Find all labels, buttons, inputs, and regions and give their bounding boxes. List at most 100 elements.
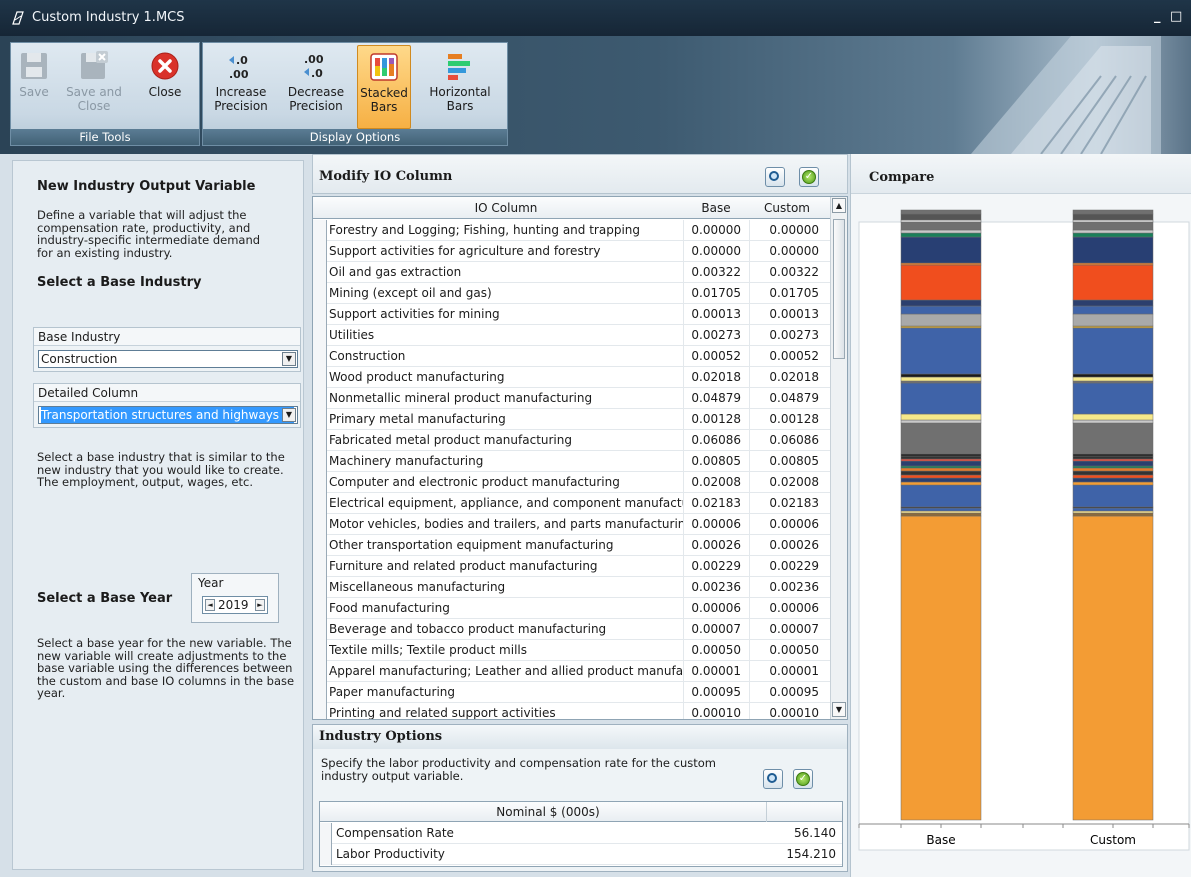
chevron-down-icon[interactable]: ▼: [282, 352, 296, 366]
table-row[interactable]: Fabricated metal product manufacturing 0.…: [313, 430, 831, 451]
custom-value[interactable]: 0.00006: [749, 598, 823, 619]
labor-productivity-value[interactable]: 154.210: [786, 844, 836, 865]
custom-value[interactable]: 0.00013: [749, 304, 823, 325]
table-row[interactable]: Support activities for mining 0.00013 0.00…: [313, 304, 831, 325]
table-row[interactable]: Machinery manufacturing 0.00805 0.00805: [313, 451, 831, 472]
table-row[interactable]: Construction 0.00052 0.00052: [313, 346, 831, 367]
table-row[interactable]: Furniture and related product manufactur…: [313, 556, 831, 577]
detailed-column-dropdown[interactable]: Transportation structures and highways a…: [38, 406, 298, 424]
row-selector[interactable]: [313, 598, 327, 619]
column-header-custom[interactable]: Custom: [749, 201, 825, 215]
row-selector[interactable]: [313, 430, 327, 451]
close-button[interactable]: Close: [137, 45, 193, 129]
row-selector[interactable]: [313, 493, 327, 514]
custom-value[interactable]: 0.00050: [749, 640, 823, 661]
table-row[interactable]: Mining (except oil and gas) 0.01705 0.0170…: [313, 283, 831, 304]
row-selector[interactable]: [313, 556, 327, 577]
column-header-base[interactable]: Base: [683, 201, 749, 215]
scroll-thumb[interactable]: [833, 219, 845, 359]
row-selector[interactable]: [313, 409, 327, 430]
custom-value[interactable]: 0.00000: [749, 241, 823, 262]
decrease-precision-button[interactable]: .00.0 Decrease Precision: [283, 45, 349, 129]
row-selector[interactable]: [313, 283, 327, 304]
custom-value[interactable]: 0.00322: [749, 262, 823, 283]
row-selector[interactable]: [313, 514, 327, 535]
table-row[interactable]: Miscellaneous manufacturing 0.00236 0.0023…: [313, 577, 831, 598]
table-row[interactable]: Computer and electronic product manufact…: [313, 472, 831, 493]
table-row[interactable]: Paper manufacturing 0.00095 0.00095: [313, 682, 831, 703]
row-selector[interactable]: [313, 472, 327, 493]
row-selector[interactable]: [313, 535, 327, 556]
table-row[interactable]: Utilities 0.00273 0.00273: [313, 325, 831, 346]
table-row[interactable]: Wood product manufacturing 0.02018 0.02018: [313, 367, 831, 388]
row-selector[interactable]: [313, 703, 327, 719]
row-selector[interactable]: [313, 241, 327, 262]
custom-value[interactable]: 0.00026: [749, 535, 823, 556]
custom-value[interactable]: 0.04879: [749, 388, 823, 409]
stacked-bars-button[interactable]: Stacked Bars: [357, 45, 411, 129]
table-row[interactable]: Other transportation equipment manufactu…: [313, 535, 831, 556]
custom-value[interactable]: 0.02008: [749, 472, 823, 493]
horizontal-bars-button[interactable]: Horizontal Bars: [425, 45, 495, 129]
apply-button[interactable]: ✓: [799, 167, 819, 187]
minimize-button[interactable]: _: [1154, 9, 1161, 24]
year-spinner[interactable]: ◄ 2019 ►: [202, 596, 268, 614]
custom-value[interactable]: 0.02018: [749, 367, 823, 388]
custom-value[interactable]: 0.00010: [749, 703, 823, 719]
row-selector[interactable]: [313, 262, 327, 283]
options-zoom-button[interactable]: [763, 769, 783, 789]
compensation-rate-value[interactable]: 56.140: [794, 823, 836, 844]
row-selector[interactable]: [313, 619, 327, 640]
table-row[interactable]: Apparel manufacturing; Leather and allie…: [313, 661, 831, 682]
custom-value[interactable]: 0.00128: [749, 409, 823, 430]
custom-value[interactable]: 0.00006: [749, 514, 823, 535]
custom-value[interactable]: 0.00001: [749, 661, 823, 682]
table-row[interactable]: Primary metal manufacturing 0.00128 0.0012…: [313, 409, 831, 430]
custom-value[interactable]: 0.00095: [749, 682, 823, 703]
io-table-scrollbar[interactable]: ▲ ▼: [830, 197, 847, 719]
custom-value[interactable]: 0.00805: [749, 451, 823, 472]
options-apply-button[interactable]: ✓: [793, 769, 813, 789]
custom-value[interactable]: 0.06086: [749, 430, 823, 451]
save-and-close-button[interactable]: Save and Close: [59, 45, 129, 129]
table-row[interactable]: Beverage and tobacco product manufacturi…: [313, 619, 831, 640]
table-row[interactable]: Textile mills; Textile product mills 0.00…: [313, 640, 831, 661]
row-selector[interactable]: [313, 220, 327, 241]
row-selector[interactable]: [313, 682, 327, 703]
row-selector[interactable]: [313, 451, 327, 472]
custom-value[interactable]: 0.00273: [749, 325, 823, 346]
custom-value[interactable]: 0.00000: [749, 220, 823, 241]
row-selector[interactable]: [313, 388, 327, 409]
row-selector[interactable]: [313, 367, 327, 388]
table-row[interactable]: Support activities for agriculture and f…: [313, 241, 831, 262]
table-row[interactable]: Oil and gas extraction 0.00322 0.00322: [313, 262, 831, 283]
row-selector[interactable]: [313, 640, 327, 661]
column-header-io[interactable]: IO Column: [329, 201, 683, 215]
row-selector[interactable]: [313, 577, 327, 598]
maximize-button[interactable]: □: [1170, 9, 1182, 24]
table-row[interactable]: Nonmetallic mineral product manufacturin…: [313, 388, 831, 409]
save-button[interactable]: Save: [15, 45, 53, 129]
labor-productivity-row[interactable]: Labor Productivity 154.210: [320, 844, 842, 865]
row-selector[interactable]: [313, 304, 327, 325]
base-industry-dropdown[interactable]: Construction ▼: [38, 350, 298, 368]
compensation-rate-row[interactable]: Compensation Rate 56.140: [320, 823, 842, 844]
table-row[interactable]: Food manufacturing 0.00006 0.00006: [313, 598, 831, 619]
scroll-up-button[interactable]: ▲: [832, 198, 846, 213]
table-row[interactable]: Forestry and Logging; Fishing, hunting a…: [313, 220, 831, 241]
custom-value[interactable]: 0.02183: [749, 493, 823, 514]
custom-value[interactable]: 0.00007: [749, 619, 823, 640]
scroll-down-button[interactable]: ▼: [832, 702, 846, 717]
row-selector[interactable]: [313, 661, 327, 682]
zoom-button[interactable]: [765, 167, 785, 187]
custom-value[interactable]: 0.00236: [749, 577, 823, 598]
row-selector[interactable]: [313, 325, 327, 346]
custom-value[interactable]: 0.01705: [749, 283, 823, 304]
row-selector[interactable]: [313, 346, 327, 367]
chevron-down-icon[interactable]: ▼: [282, 408, 296, 422]
custom-value[interactable]: 0.00052: [749, 346, 823, 367]
year-increment-button[interactable]: ►: [255, 599, 265, 611]
table-row[interactable]: Motor vehicles, bodies and trailers, and…: [313, 514, 831, 535]
increase-precision-button[interactable]: .0.00 Increase Precision: [209, 45, 273, 129]
table-row[interactable]: Printing and related support activities 0…: [313, 703, 831, 719]
